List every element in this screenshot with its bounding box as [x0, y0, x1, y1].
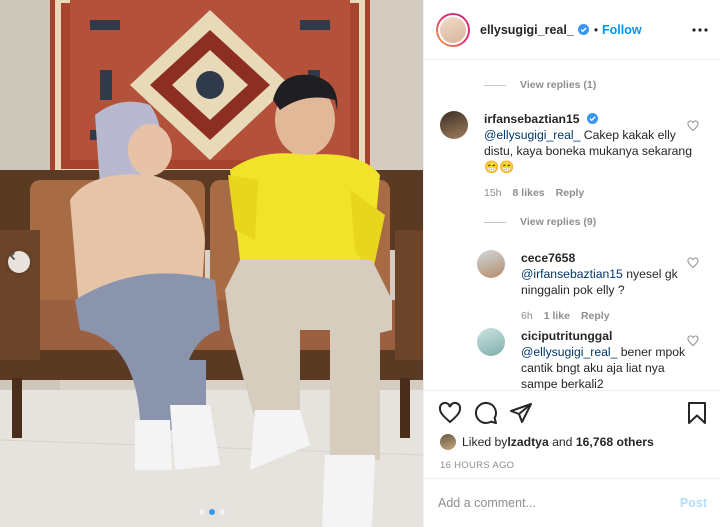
view-replies-button[interactable]: View replies (9) [484, 216, 596, 228]
view-replies-button[interactable]: View replies (1) [484, 79, 596, 91]
chevron-left-icon [9, 251, 16, 261]
liker-avatar[interactable] [440, 434, 456, 450]
comment-input[interactable] [438, 496, 680, 510]
comments-list[interactable]: View replies (1) irfansebaztian15 @ellys… [424, 61, 720, 390]
header-separator: • [593, 22, 599, 37]
liker-username[interactable]: lzadtya [507, 435, 548, 449]
likes-count[interactable]: 16,768 others [576, 435, 654, 449]
comment-reply-button[interactable]: Reply [556, 185, 585, 201]
add-comment-bar: Post [424, 478, 720, 527]
more-options-button[interactable] [691, 21, 709, 39]
comment-likes[interactable]: 1 like [544, 308, 570, 324]
commenter-avatar[interactable] [477, 328, 505, 356]
reply-comment-item: ciciputritunggal @ellysugigi_real_ bener… [477, 328, 692, 390]
carousel-prev-button[interactable] [8, 251, 30, 273]
post-side-panel: ellysugigi_real_ • Follow View replies (… [423, 0, 720, 527]
comment-like-heart-icon[interactable] [687, 120, 699, 132]
commenter-avatar[interactable] [440, 111, 468, 139]
comment-mention[interactable]: @ellysugigi_real_ [484, 128, 580, 142]
comment-username[interactable]: irfansebaztian15 [484, 112, 580, 126]
photo-illustration [0, 0, 423, 527]
verified-icon [577, 24, 589, 35]
comment-mention[interactable]: @ellysugigi_real_ [521, 345, 617, 359]
carousel-dot [198, 509, 205, 515]
more-icon [692, 28, 708, 32]
comment-like-heart-icon[interactable] [687, 257, 699, 269]
comment-reply-button[interactable]: Reply [581, 308, 610, 324]
post-header: ellysugigi_real_ • Follow [424, 0, 720, 60]
follow-button[interactable]: Follow [602, 23, 642, 37]
post-actions: Liked by lzadtya and 16,768 others 16 HO… [424, 390, 720, 478]
author-avatar[interactable] [436, 12, 470, 47]
commenter-avatar[interactable] [477, 250, 505, 278]
reply-comment-item: cece7658 @irfansebaztian15 nyesel gk nin… [477, 250, 692, 324]
likes-prefix: Liked by [462, 435, 508, 449]
instagram-post: ellysugigi_real_ • Follow View replies (… [0, 0, 720, 527]
heart-icon[interactable] [438, 401, 462, 425]
comment-icon[interactable] [474, 401, 498, 425]
post-photo[interactable] [0, 0, 423, 527]
comment-time[interactable]: 6h [521, 308, 533, 324]
carousel-dot [218, 509, 225, 515]
comment-time[interactable]: 15h [484, 185, 502, 201]
likes-summary: Liked by lzadtya and 16,768 others [440, 434, 654, 450]
post-comment-button[interactable]: Post [680, 496, 707, 510]
verified-icon [586, 113, 598, 124]
likes-middle: and [548, 435, 576, 449]
comment-username[interactable]: cece7658 [521, 251, 575, 265]
post-timestamp[interactable]: 16 HOURS AGO [440, 460, 514, 471]
carousel-indicator [0, 509, 423, 515]
comment-like-heart-icon[interactable] [687, 335, 699, 347]
comment-mention[interactable]: @irfansebaztian15 [521, 267, 623, 281]
author-username[interactable]: ellysugigi_real_ [480, 23, 574, 37]
carousel-dot-active [208, 509, 215, 515]
comment-item: irfansebaztian15 @ellysugigi_real_ Cakep… [440, 111, 695, 201]
comment-username[interactable]: ciciputritunggal [521, 329, 612, 343]
share-icon[interactable] [509, 401, 533, 425]
bookmark-icon[interactable] [685, 401, 709, 425]
comment-likes[interactable]: 8 likes [513, 185, 545, 201]
